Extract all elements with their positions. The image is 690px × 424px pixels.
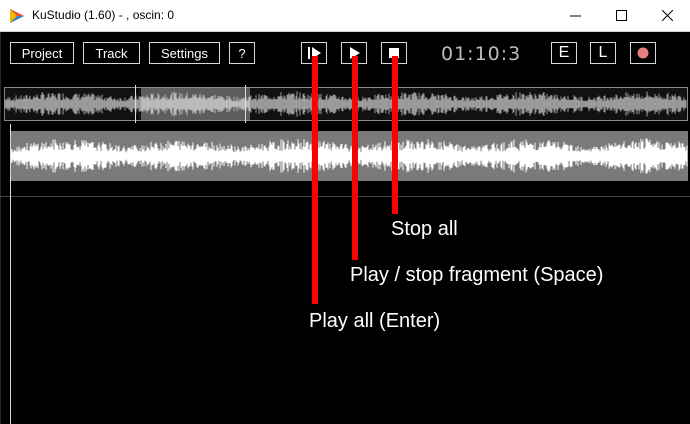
close-button[interactable] — [644, 0, 690, 31]
selection-end-marker[interactable] — [245, 85, 246, 123]
minimize-button[interactable] — [552, 0, 598, 31]
settings-button[interactable]: Settings — [149, 42, 220, 64]
overview-waveform-graphic — [5, 91, 687, 117]
stop-all-pointer — [392, 56, 398, 214]
track-button[interactable]: Track — [83, 42, 140, 64]
e-button[interactable]: E — [551, 42, 577, 64]
play-all-pointer — [312, 56, 318, 304]
help-button[interactable]: ? — [229, 42, 255, 64]
record-button[interactable] — [630, 42, 656, 64]
project-button[interactable]: Project — [10, 42, 74, 64]
playhead[interactable] — [10, 124, 11, 424]
time-display: 01:10:3 — [441, 43, 522, 65]
record-icon — [637, 47, 649, 59]
play-all-annotation: Play all (Enter) — [309, 310, 441, 332]
selection-start-marker[interactable] — [135, 85, 136, 123]
track-divider — [0, 196, 690, 197]
track-waveform-graphic — [10, 138, 688, 174]
maximize-button[interactable] — [598, 0, 644, 31]
play-fragment-annotation: Play / stop fragment (Space) — [350, 264, 604, 286]
overview-waveform[interactable] — [4, 87, 688, 121]
track-waveform[interactable] — [10, 131, 688, 181]
play-fragment-pointer — [352, 56, 358, 260]
maximize-icon — [615, 10, 627, 21]
l-button[interactable]: L — [590, 42, 616, 64]
title-bar: KuStudio (1.60) - , oscin: 0 — [0, 0, 690, 32]
stop-all-annotation: Stop all — [391, 218, 458, 240]
close-icon — [661, 10, 673, 21]
app-logo-icon — [10, 9, 24, 23]
window-title: KuStudio (1.60) - , oscin: 0 — [32, 8, 175, 22]
overview-selection[interactable] — [141, 88, 250, 120]
minimize-icon — [569, 15, 581, 17]
